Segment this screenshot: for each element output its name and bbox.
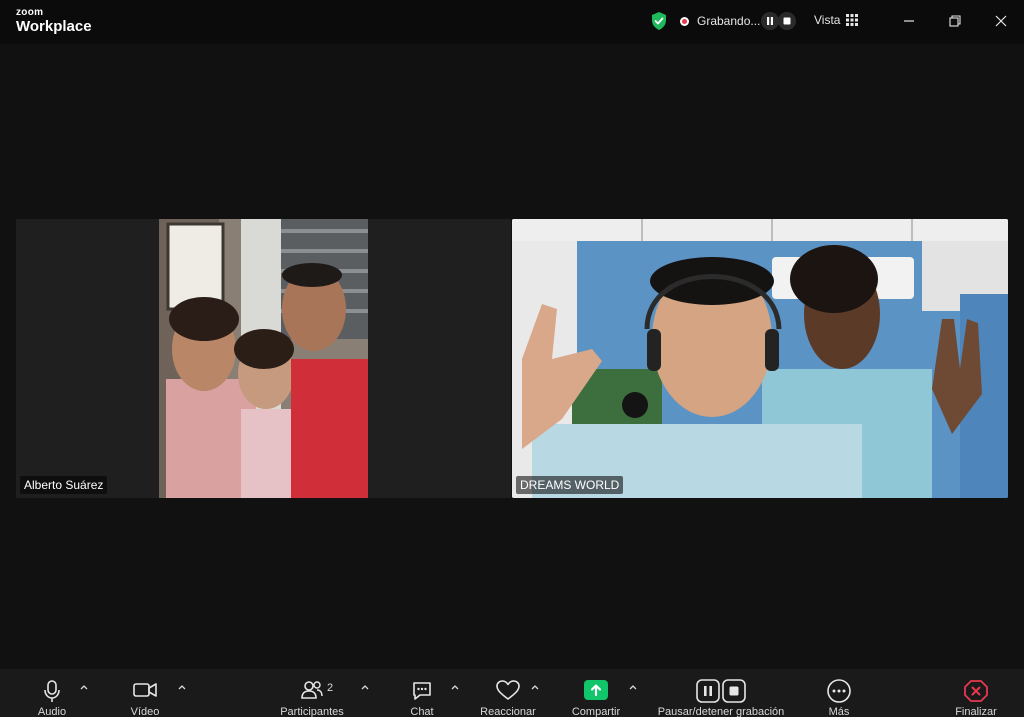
recording-indicator-icon: [680, 17, 689, 26]
share-label: Compartir: [571, 706, 621, 717]
restore-icon: [949, 15, 961, 27]
video-options-caret-icon[interactable]: [177, 683, 187, 691]
app-logo: zoom Workplace: [16, 7, 92, 35]
share-screen-icon: [584, 680, 608, 700]
react-options-caret-icon[interactable]: [530, 683, 540, 691]
heart-icon: [496, 680, 520, 700]
participants-label: Participantes: [280, 706, 344, 717]
chat-icon: [413, 682, 431, 700]
participants-count: 2: [327, 682, 334, 694]
brand-large: Workplace: [16, 18, 92, 35]
share-options-caret-icon[interactable]: [628, 683, 638, 691]
more-button[interactable]: Más: [815, 669, 863, 717]
participants-icon: [301, 681, 323, 699]
participants-button[interactable]: Participantes: [276, 669, 348, 717]
more-icon: [827, 679, 851, 703]
pause-stop-recording-button[interactable]: Pausar/detener grabación: [651, 669, 791, 717]
more-label: Más: [828, 706, 850, 717]
video-button[interactable]: Vídeo: [114, 669, 176, 717]
participant-video: [16, 219, 511, 498]
chat-label: Chat: [410, 706, 434, 717]
chat-button[interactable]: Chat: [398, 669, 446, 717]
stop-icon: [783, 17, 791, 25]
microphone-icon: [44, 680, 60, 702]
participant-name: Alberto Suárez: [20, 476, 108, 494]
participant-video: [512, 219, 1008, 498]
audio-button[interactable]: Audio: [22, 669, 82, 717]
react-label: Reaccionar: [480, 706, 536, 717]
view-button[interactable]: Vista: [814, 13, 840, 27]
end-meeting-button[interactable]: Finalizar: [948, 669, 1004, 717]
audio-label: Audio: [37, 706, 67, 717]
share-button[interactable]: Compartir: [563, 669, 629, 717]
participants-options-caret-icon[interactable]: [360, 683, 370, 691]
end-meeting-icon: [964, 680, 988, 702]
minimize-icon: [904, 20, 914, 22]
meeting-toolbar: Audio Vídeo Participantes 2 Chat Reaccio…: [0, 669, 1024, 717]
audio-options-caret-icon[interactable]: [79, 683, 89, 691]
video-label: Vídeo: [130, 706, 160, 717]
recording-label: Pausar/detener grabación: [657, 706, 785, 717]
brand-small: zoom: [16, 7, 44, 18]
video-tile-participant-1[interactable]: Alberto Suárez: [16, 219, 511, 498]
react-button[interactable]: Reaccionar: [477, 669, 539, 717]
recording-status[interactable]: Grabando...: [697, 14, 760, 28]
end-label: Finalizar: [955, 706, 997, 717]
close-icon: [995, 15, 1007, 27]
pause-stop-icon: [696, 679, 746, 703]
pause-icon: [767, 17, 773, 25]
shield-check-icon[interactable]: [650, 11, 668, 31]
minimize-button[interactable]: [900, 12, 918, 30]
pause-recording-button[interactable]: [761, 12, 779, 30]
stop-recording-button[interactable]: [778, 12, 796, 30]
chat-options-caret-icon[interactable]: [450, 683, 460, 691]
video-camera-icon: [133, 683, 157, 697]
grid-icon[interactable]: [846, 14, 858, 26]
video-tile-participant-2[interactable]: DREAMS WORLD: [512, 219, 1008, 498]
maximize-button[interactable]: [946, 12, 964, 30]
title-bar: zoom Workplace Grabando... Vista: [0, 0, 1024, 44]
close-button[interactable]: [992, 12, 1010, 30]
participant-name: DREAMS WORLD: [516, 476, 624, 494]
